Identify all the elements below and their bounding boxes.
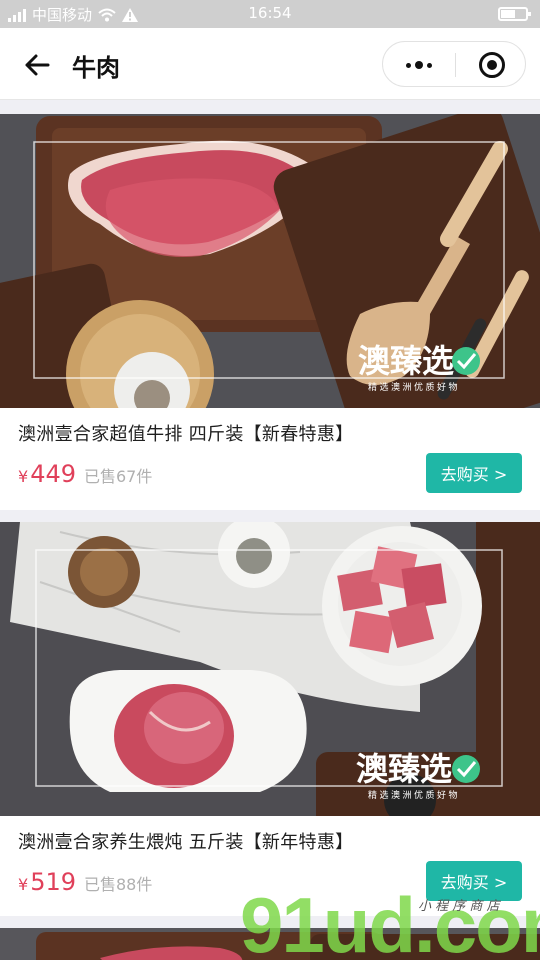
battery-icon — [498, 7, 531, 21]
currency-symbol: ¥ — [18, 875, 29, 894]
product-title: 澳洲壹合家超值牛排 四斤装【新春特惠】 — [18, 424, 354, 445]
product-card[interactable]: 澳臻选 精 选 澳 洲 优 质 好 物 澳洲壹合家养生煨炖 五斤装【新年特惠】 … — [0, 522, 540, 916]
brand-logo-text: 澳臻选 — [358, 343, 454, 379]
arrow-left-icon — [25, 54, 50, 76]
buy-button[interactable]: 去购买 > — [426, 453, 522, 493]
price-row: ¥ 519 已售88件 — [18, 868, 152, 896]
status-time: 16:54 — [248, 4, 292, 22]
watermark-subtext: 小 程 序 商 店 — [418, 899, 502, 914]
page-title: 牛肉 — [72, 54, 120, 82]
more-button[interactable] — [399, 54, 439, 76]
watermark: 91ud.com 小 程 序 商 店 — [240, 881, 540, 960]
product-title: 澳洲壹合家养生煨炖 五斤装【新年特惠】 — [18, 832, 354, 853]
close-program-button[interactable] — [479, 52, 505, 78]
price-row: ¥ 449 已售67件 — [18, 460, 152, 488]
watermark-logo: 91ud.com — [240, 882, 540, 960]
sold-count: 已售67件 — [84, 467, 153, 486]
product-image[interactable]: 澳臻选 精 选 澳 洲 优 质 好 物 — [0, 114, 540, 408]
currency-symbol: ¥ — [18, 467, 29, 486]
brand-tagline: 精 选 澳 洲 优 质 好 物 — [368, 789, 458, 800]
product-price: 449 — [30, 460, 76, 488]
status-bar: 中国移动 16:54 — [0, 0, 540, 28]
mini-program-capsule — [382, 41, 526, 87]
brand-tagline: 精 选 澳 洲 优 质 好 物 — [368, 381, 458, 392]
product-card[interactable]: 澳臻选 精 选 澳 洲 优 质 好 物 澳洲壹合家超值牛排 四斤装【新春特惠】 … — [0, 114, 540, 510]
back-button[interactable] — [20, 48, 54, 82]
capsule-divider — [455, 53, 456, 77]
product-price: 519 — [30, 868, 76, 896]
brand-logo-text: 澳臻选 — [356, 751, 452, 787]
nav-bar: 牛肉 — [0, 28, 540, 100]
sold-count: 已售88件 — [84, 875, 153, 894]
product-image[interactable]: 澳臻选 精 选 澳 洲 优 质 好 物 — [0, 522, 540, 816]
